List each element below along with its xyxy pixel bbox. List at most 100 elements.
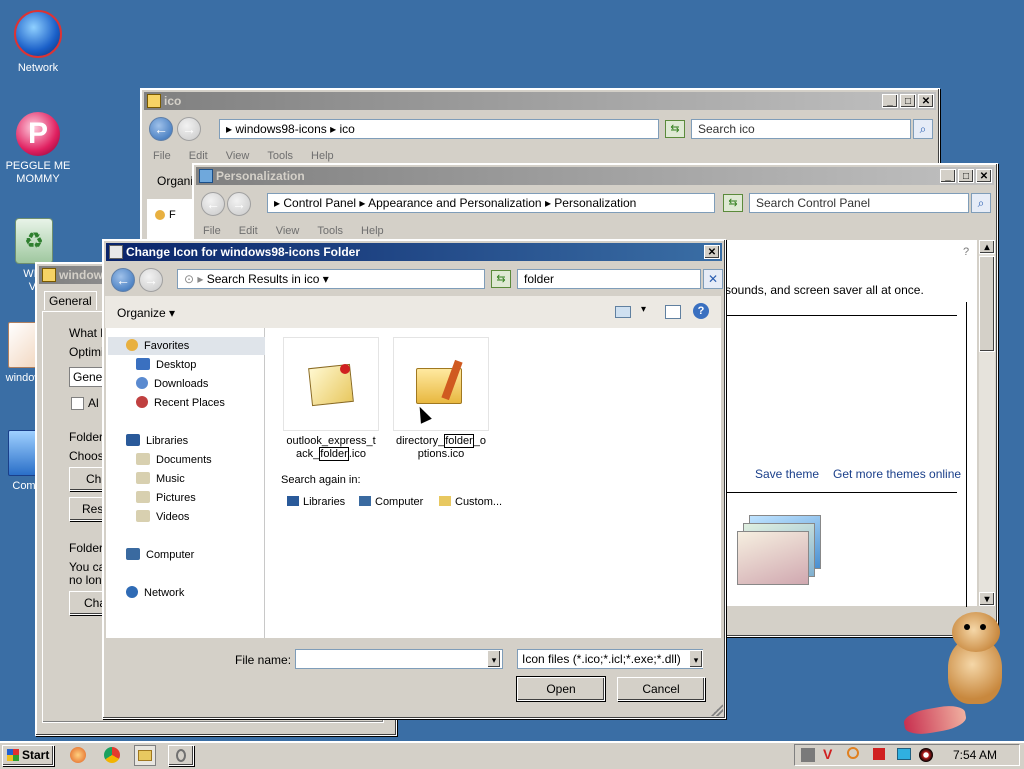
maximize-button[interactable]: □ <box>900 94 916 108</box>
quicklaunch-app-icon[interactable] <box>70 747 86 763</box>
chrome-icon[interactable] <box>104 747 120 763</box>
nav-documents[interactable]: Documents <box>136 451 212 469</box>
view-dropdown-icon[interactable]: ▾ <box>641 304 646 315</box>
nav-favorites[interactable]: Favorites <box>108 337 276 355</box>
breadcrumb-item[interactable]: Personalization <box>554 196 636 210</box>
menu-help[interactable]: Help <box>361 225 384 237</box>
help-icon[interactable]: ? <box>963 246 969 258</box>
forward-button[interactable]: → <box>177 117 201 141</box>
nav-recent-places[interactable]: Recent Places <box>136 394 225 412</box>
file-name-input[interactable] <box>295 649 503 669</box>
start-button[interactable]: Start <box>2 745 54 766</box>
menu-edit[interactable]: Edit <box>189 150 208 162</box>
minimize-button[interactable]: _ <box>940 169 956 183</box>
refresh-button[interactable]: ⇆ <box>491 270 511 288</box>
clock[interactable]: 7:54 AM <box>953 748 997 762</box>
address-bar[interactable]: ⊙ ▸ Search Results in ico ▾ <box>177 269 485 289</box>
search-again-libraries[interactable]: Libraries <box>287 496 345 508</box>
dialog-titlebar[interactable]: Change Icon for windows98-icons Folder ✕ <box>106 243 722 261</box>
task-button[interactable] <box>168 745 194 766</box>
nav-network[interactable]: Network <box>126 584 184 602</box>
cancel-button[interactable]: Cancel <box>617 677 705 701</box>
desktop-icon-network[interactable]: Network <box>0 10 76 75</box>
menu-tools[interactable]: Tools <box>267 150 293 162</box>
close-button[interactable]: ✕ <box>976 169 992 183</box>
minimize-button[interactable]: _ <box>882 94 898 108</box>
search-icon[interactable]: ⌕ <box>971 193 991 213</box>
nav-videos[interactable]: Videos <box>136 508 189 526</box>
breadcrumb-item[interactable]: Appearance and Personalization <box>368 196 541 210</box>
subfolder-checkbox[interactable] <box>71 397 84 410</box>
search-input[interactable]: Search ico <box>691 119 911 139</box>
scroll-down-button[interactable]: ▾ <box>979 592 995 606</box>
nav-libraries[interactable]: Libraries <box>126 432 188 450</box>
menu-view[interactable]: View <box>226 150 250 162</box>
nav-computer[interactable]: Computer <box>126 546 194 564</box>
search-input[interactable]: folder <box>517 269 701 289</box>
menu-file[interactable]: File <box>153 150 171 162</box>
breadcrumb-item[interactable]: Search Results in ico <box>207 272 320 286</box>
address-bar[interactable]: ▸ windows98-icons ▸ ico <box>219 119 659 139</box>
tray-v-icon[interactable]: V <box>823 746 832 762</box>
address-bar[interactable]: ▸ Control Panel ▸ Appearance and Persona… <box>267 193 715 213</box>
breadcrumb-item[interactable]: windows98-icons <box>235 122 326 136</box>
resize-grip[interactable] <box>711 704 723 716</box>
organize-button[interactable]: Organi <box>157 174 193 188</box>
nav-downloads[interactable]: Downloads <box>136 375 208 393</box>
help-icon[interactable]: ? <box>693 303 709 319</box>
search-input[interactable]: Search Control Panel <box>749 193 969 213</box>
search-icon[interactable]: ⌕ <box>913 119 933 139</box>
preview-pane-icon[interactable] <box>665 305 681 319</box>
back-button[interactable]: ← <box>149 117 173 141</box>
file-type-dropdown[interactable]: ▾ <box>689 650 703 668</box>
refresh-button[interactable]: ⇆ <box>723 194 743 212</box>
search-again-computer[interactable]: Computer <box>359 496 423 508</box>
nav-item[interactable]: F <box>169 209 176 221</box>
view-icon[interactable] <box>615 306 631 318</box>
forward-button[interactable]: → <box>227 192 251 216</box>
menu-file[interactable]: File <box>203 225 221 237</box>
scroll-thumb[interactable] <box>979 256 995 352</box>
tab-general[interactable]: General <box>44 291 97 310</box>
open-button[interactable]: Open <box>516 676 606 702</box>
file-item[interactable]: outlook_express_t ack_folder.ico <box>283 337 379 461</box>
forward-button[interactable]: → <box>139 268 163 292</box>
file-name-dropdown[interactable]: ▾ <box>487 650 501 668</box>
menu-tools[interactable]: Tools <box>317 225 343 237</box>
file-item[interactable]: directory_folder_o ptions.ico <box>393 337 489 461</box>
desktop-icon-peggle[interactable]: P PEGGLE ME MOMMY <box>0 112 76 186</box>
clear-search-button[interactable]: ✕ <box>703 269 723 289</box>
maximize-button[interactable]: □ <box>958 169 974 183</box>
tray-network-icon[interactable] <box>897 748 911 760</box>
menu-view[interactable]: View <box>276 225 300 237</box>
info-text: You ca <box>69 560 106 574</box>
vertical-scrollbar[interactable]: ▴ ▾ <box>979 240 995 606</box>
ico-window-titlebar[interactable]: ico _ □ ✕ <box>144 92 936 110</box>
personalization-titlebar[interactable]: Personalization _ □ ✕ <box>196 167 994 185</box>
menu-edit[interactable]: Edit <box>239 225 258 237</box>
organize-button[interactable]: Organize ▾ <box>117 306 175 320</box>
close-button[interactable]: ✕ <box>918 94 934 108</box>
scroll-up-button[interactable]: ▴ <box>979 240 995 254</box>
tray-flag-icon[interactable] <box>873 748 885 760</box>
explorer-task-button[interactable] <box>134 745 156 766</box>
menu-help[interactable]: Help <box>311 150 334 162</box>
back-button[interactable]: ← <box>111 268 135 292</box>
nav-desktop[interactable]: Desktop <box>136 356 196 374</box>
tray-tool-icon[interactable] <box>801 748 815 762</box>
tray-search-icon[interactable] <box>847 747 859 759</box>
nav-music[interactable]: Music <box>136 470 185 488</box>
save-theme-link[interactable]: Save theme <box>755 467 819 481</box>
icon-strip <box>723 615 957 635</box>
search-again-custom[interactable]: Custom... <box>439 496 502 508</box>
file-type-select[interactable]: Icon files (*.ico;*.icl;*.exe;*.dll) <box>517 649 703 669</box>
breadcrumb-item[interactable]: Control Panel <box>283 196 356 210</box>
refresh-button[interactable]: ⇆ <box>665 120 685 138</box>
close-button[interactable]: ✕ <box>704 245 720 259</box>
tray-volume-icon[interactable] <box>919 748 933 762</box>
breadcrumb-dropdown[interactable]: ▾ <box>319 272 329 286</box>
back-button[interactable]: ← <box>201 192 225 216</box>
breadcrumb-item[interactable]: ico <box>339 122 354 136</box>
more-themes-link[interactable]: Get more themes online <box>833 467 961 481</box>
nav-pictures[interactable]: Pictures <box>136 489 196 507</box>
